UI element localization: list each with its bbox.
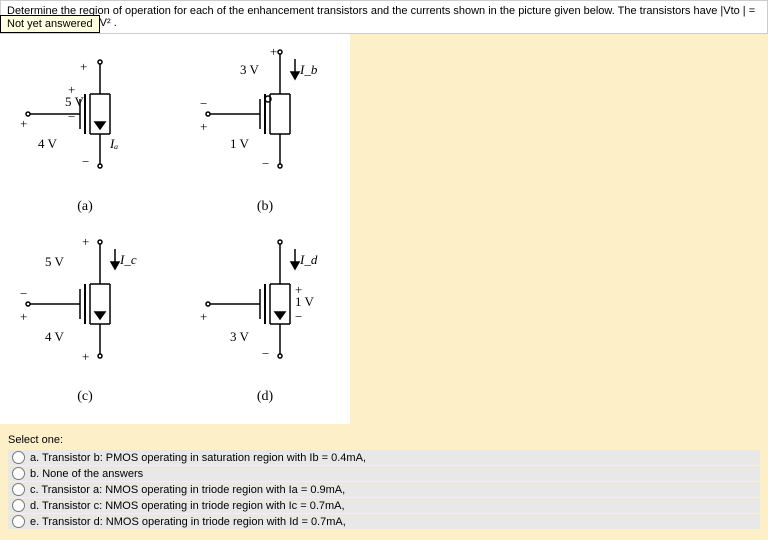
radio-c[interactable]	[12, 483, 25, 496]
circuit-b-top-sign: +	[270, 44, 277, 60]
circuit-d-drain-top: +	[200, 309, 207, 325]
circuit-c-top-sign: +	[82, 234, 89, 250]
radio-d[interactable]	[12, 499, 25, 512]
radio-e[interactable]	[12, 515, 25, 528]
circuit-b-label: (b)	[200, 199, 330, 215]
circuit-d-current: I_d	[300, 252, 317, 268]
circuit-c-current: I_c	[120, 252, 137, 268]
status-text: Not yet answered	[7, 18, 93, 30]
circuit-d-src-v: 3 V	[230, 329, 249, 345]
circuit-c-drain-top: −	[20, 286, 27, 302]
circuit-a-top-sign: +	[80, 59, 87, 75]
circuit-a-svg	[20, 54, 150, 194]
select-one-label: Select one:	[8, 434, 760, 446]
circuit-a-bot-sign: −	[82, 154, 89, 170]
circuit-b-top-v: 3 V	[240, 62, 259, 78]
circuit-d: I_d + 1 V − + 3 V − (d)	[200, 234, 330, 405]
option-d[interactable]: d. Transistor c: NMOS operating in triod…	[8, 498, 760, 513]
question-header: Determine the region of operation for ea…	[0, 0, 768, 34]
option-d-text: d. Transistor c: NMOS operating in triod…	[30, 500, 345, 512]
circuit-b-drain-top: −	[200, 96, 207, 112]
circuit-c-drain-bot: +	[20, 309, 27, 325]
circuit-d-bot-sign: −	[262, 346, 269, 362]
option-b-text: b. None of the answers	[30, 468, 143, 480]
option-c[interactable]: c. Transistor a: NMOS operating in triod…	[8, 482, 760, 497]
circuit-a-gate-bot: −	[68, 109, 75, 125]
circuit-b-drain-v: 1 V	[230, 136, 249, 152]
circuit-c: + 5 V I_c − + 4 V + (c)	[20, 234, 150, 405]
option-e-text: e. Transistor d: NMOS operating in triod…	[30, 516, 346, 528]
circuit-diagram-area: + + 5 V − + 4 V Iₐ − (a) + 3 V I_b − + 1…	[0, 34, 350, 424]
status-tooltip: Not yet answered	[0, 15, 100, 33]
answers-section: Select one: a. Transistor b: PMOS operat…	[0, 424, 768, 540]
option-e[interactable]: e. Transistor d: NMOS operating in triod…	[8, 514, 760, 529]
option-b[interactable]: b. None of the answers	[8, 466, 760, 481]
circuit-b-current: I_b	[300, 62, 317, 78]
circuit-c-top-v: 5 V	[45, 254, 64, 270]
circuit-a-current: Iₐ	[110, 136, 118, 152]
circuit-a-drain-v: 4 V	[38, 136, 57, 152]
circuit-b: + 3 V I_b − + 1 V − (b)	[200, 44, 330, 215]
circuit-d-gate-v: 1 V	[295, 294, 314, 310]
circuit-d-gate-bot: −	[295, 309, 302, 325]
circuit-a-src-sign: +	[20, 116, 27, 132]
circuit-a: + + 5 V − + 4 V Iₐ − (a)	[20, 54, 150, 215]
radio-b[interactable]	[12, 467, 25, 480]
radio-a[interactable]	[12, 451, 25, 464]
question-text: Determine the region of operation for ea…	[7, 5, 755, 29]
circuit-c-src-v: 4 V	[45, 329, 64, 345]
circuit-d-label: (d)	[200, 389, 330, 405]
circuit-a-gate-v: 5 V	[65, 94, 84, 110]
circuit-b-drain-bot: +	[200, 119, 207, 135]
circuit-c-bot-sign: +	[82, 349, 89, 365]
option-a-text: a. Transistor b: PMOS operating in satur…	[30, 452, 366, 464]
circuit-b-bot-sign: −	[262, 156, 269, 172]
option-c-text: c. Transistor a: NMOS operating in triod…	[30, 484, 345, 496]
option-a[interactable]: a. Transistor b: PMOS operating in satur…	[8, 450, 760, 465]
circuit-a-label: (a)	[20, 199, 150, 215]
circuit-c-label: (c)	[20, 389, 150, 405]
